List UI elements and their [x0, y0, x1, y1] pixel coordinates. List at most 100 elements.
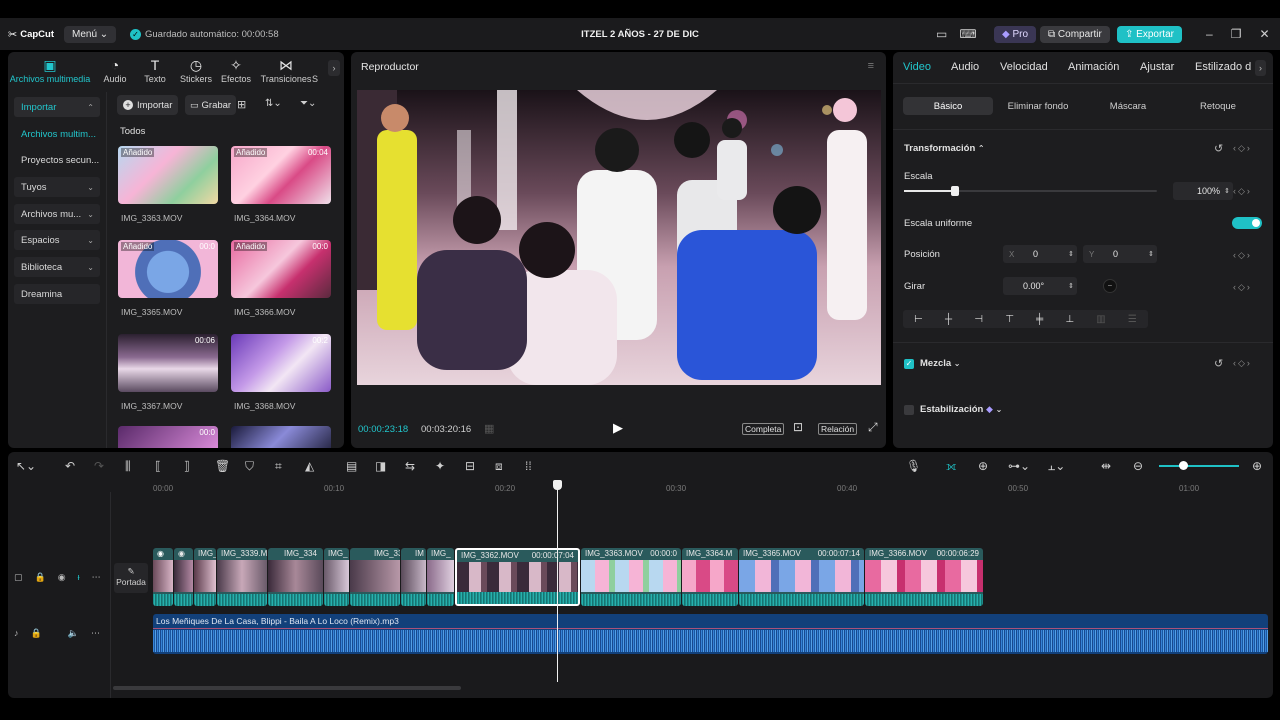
restore-icon[interactable]: ❐: [1231, 27, 1242, 41]
screenshot-icon[interactable]: ⊡: [793, 420, 803, 434]
microphone-icon[interactable]: 🎙: [906, 459, 921, 473]
timeline-clip-selected[interactable]: IMG_3362.MOV 00:00:07:04: [455, 548, 580, 606]
audio-link-icon[interactable]: ᵻ: [78, 572, 80, 583]
timeline-clip[interactable]: IMG_334: [268, 548, 323, 606]
lock-icon[interactable]: 🔒: [31, 628, 42, 639]
cover-button[interactable]: ✎ Portada: [114, 563, 148, 593]
export-button[interactable]: ⇪ Exportar: [1117, 25, 1182, 43]
replace-icon[interactable]: ⧈: [495, 459, 503, 474]
play-icon[interactable]: ▶: [613, 420, 623, 436]
uniform-scale-toggle[interactable]: [1232, 217, 1262, 229]
subtab-remove-bg[interactable]: Eliminar fondo: [993, 97, 1083, 115]
media-thumbnail[interactable]: Añadido 00:0: [231, 240, 331, 298]
freeze-icon[interactable]: ▤: [346, 459, 357, 473]
media-thumbnail[interactable]: 00:06: [118, 334, 218, 392]
subtab-retouch[interactable]: Retoque: [1173, 97, 1263, 115]
timeline-ruler[interactable]: [110, 480, 1273, 481]
align-center-v-icon[interactable]: ╪: [1036, 314, 1043, 325]
position-y-box[interactable]: Y 0 ⇕: [1083, 245, 1157, 263]
media-thumbnail[interactable]: Añadido 00:04: [231, 146, 331, 204]
scale-slider-handle[interactable]: [950, 186, 959, 196]
pro-button[interactable]: ◆ Pro: [994, 25, 1037, 43]
layout-icon[interactable]: ▭: [936, 27, 947, 41]
volume-icon[interactable]: 🔈: [68, 628, 79, 639]
media-thumbnail[interactable]: 00:0: [118, 426, 218, 448]
rotate-dial-icon[interactable]: –: [1103, 279, 1117, 293]
blend-checkbox[interactable]: ✓: [904, 359, 914, 369]
keyframe-icon[interactable]: ‹◇›: [1233, 282, 1252, 293]
delete-icon[interactable]: 🗑: [215, 459, 230, 473]
sidebar-item-library[interactable]: Biblioteca ⌄: [14, 257, 100, 277]
timeline-clip[interactable]: IMG_33: [350, 548, 400, 606]
zoom-out-icon[interactable]: ⊖: [1133, 459, 1143, 473]
grid-view-icon[interactable]: ⊞: [237, 98, 246, 111]
stabilization-section[interactable]: Estabilización ◆ ⌄: [920, 404, 1002, 415]
zoom-slider-handle[interactable]: [1179, 461, 1188, 470]
tab-effects[interactable]: ✧ Efectos: [209, 57, 263, 84]
split-right-icon[interactable]: ⟧: [184, 459, 190, 473]
import-button[interactable]: + Importar: [117, 95, 179, 115]
keyframe-icon[interactable]: ‹◇›: [1233, 143, 1252, 154]
blend-section[interactable]: Mezcla ⌄: [920, 358, 961, 369]
timeline-clip[interactable]: IM: [401, 548, 426, 606]
timeline-clip[interactable]: IMG_3339.M: [217, 548, 267, 606]
preview-axis-icon[interactable]: ⫠⌄: [1048, 459, 1065, 474]
sidebar-item-spaces[interactable]: Espacios ⌄: [14, 230, 100, 250]
zoom-in-icon[interactable]: ⊕: [1252, 459, 1262, 473]
timeline-clip[interactable]: IMG_3363.MOV 00:00:0: [581, 548, 681, 606]
filter-icon[interactable]: ⏷⌄: [300, 98, 316, 109]
split-icon[interactable]: ⫼: [125, 459, 131, 474]
distribute-h-icon[interactable]: ▥: [1096, 314, 1105, 325]
shield-icon[interactable]: ⛉: [245, 459, 254, 474]
timecode-grid-icon[interactable]: ▦: [484, 422, 494, 435]
select-tool-icon[interactable]: ↖⌄: [16, 459, 36, 473]
chain-icon[interactable]: ⊶⌄: [1008, 459, 1030, 473]
sidebar-item-media-files[interactable]: Archivos multim...: [14, 124, 100, 144]
undo-icon[interactable]: ↶: [65, 459, 75, 473]
split-left-icon[interactable]: ⟦: [155, 459, 161, 473]
link-icon[interactable]: ⊕: [978, 459, 988, 473]
tab-audio-props[interactable]: Audio: [951, 61, 979, 73]
chevron-right-icon[interactable]: ›: [328, 60, 340, 76]
timeline-clip[interactable]: ◉: [174, 548, 193, 606]
sidebar-item-sub-projects[interactable]: Proyectos secun...: [14, 150, 100, 170]
fullscreen-icon[interactable]: ⤢: [868, 420, 878, 435]
subtab-basic[interactable]: Básico: [903, 97, 993, 115]
distribute-v-icon[interactable]: ☰: [1128, 314, 1137, 325]
keyframe-icon[interactable]: ‹◇›: [1233, 186, 1252, 197]
stepper-icon[interactable]: ⇕: [1068, 250, 1074, 258]
close-icon[interactable]: ✕: [1259, 27, 1269, 41]
stepper-icon[interactable]: ⇕: [1224, 187, 1230, 195]
position-x-box[interactable]: X 0 ⇕: [1003, 245, 1077, 263]
more-icon[interactable]: ⋯: [92, 572, 101, 583]
timeline-clip[interactable]: IMG_: [194, 548, 216, 606]
reset-icon[interactable]: ↺: [1214, 142, 1223, 155]
align-center-h-icon[interactable]: ┼: [945, 314, 952, 325]
tab-transitions[interactable]: ⋈ Transiciones: [258, 57, 314, 84]
tab-media[interactable]: ▣ Archivos multimedia: [8, 57, 92, 84]
align-right-icon[interactable]: ⊣: [974, 314, 983, 325]
record-button[interactable]: ▭ Grabar: [185, 95, 237, 115]
tab-speed[interactable]: Velocidad: [1000, 61, 1048, 73]
speed-icon[interactable]: ◭: [305, 459, 314, 473]
tab-stylize[interactable]: Estilizado d: [1195, 61, 1253, 73]
redo-icon[interactable]: ↷: [94, 459, 104, 473]
lock-icon[interactable]: 🔒: [35, 572, 46, 583]
tab-video[interactable]: Video: [903, 61, 931, 73]
menu-button[interactable]: Menú ⌄: [64, 25, 117, 43]
sidebar-item-media-archive[interactable]: Archivos mu... ⌄: [14, 204, 100, 224]
subtitle-icon[interactable]: ⊟: [465, 459, 475, 473]
track-frame-icon[interactable]: ▢: [14, 572, 23, 583]
keyframe-icon[interactable]: ‹◇›: [1233, 250, 1252, 261]
timeline-clip[interactable]: IMG_: [427, 548, 454, 606]
sidebar-item-import[interactable]: Importar ⌃: [14, 97, 100, 117]
fit-icon[interactable]: ⇹: [1101, 459, 1111, 473]
quality-button[interactable]: Completa: [742, 423, 785, 435]
timeline-clip[interactable]: IMG_: [324, 548, 349, 606]
audio-clip[interactable]: Los Meñiques De La Casa, Blippi - Baila …: [153, 614, 1268, 654]
align-left-icon[interactable]: ⊢: [914, 314, 923, 325]
rotate-value-box[interactable]: 0.00° ⇕: [1003, 277, 1077, 295]
tab-more[interactable]: S: [308, 57, 322, 84]
eye-icon[interactable]: ◉: [58, 572, 66, 583]
reverse-icon[interactable]: ◨: [375, 459, 386, 473]
